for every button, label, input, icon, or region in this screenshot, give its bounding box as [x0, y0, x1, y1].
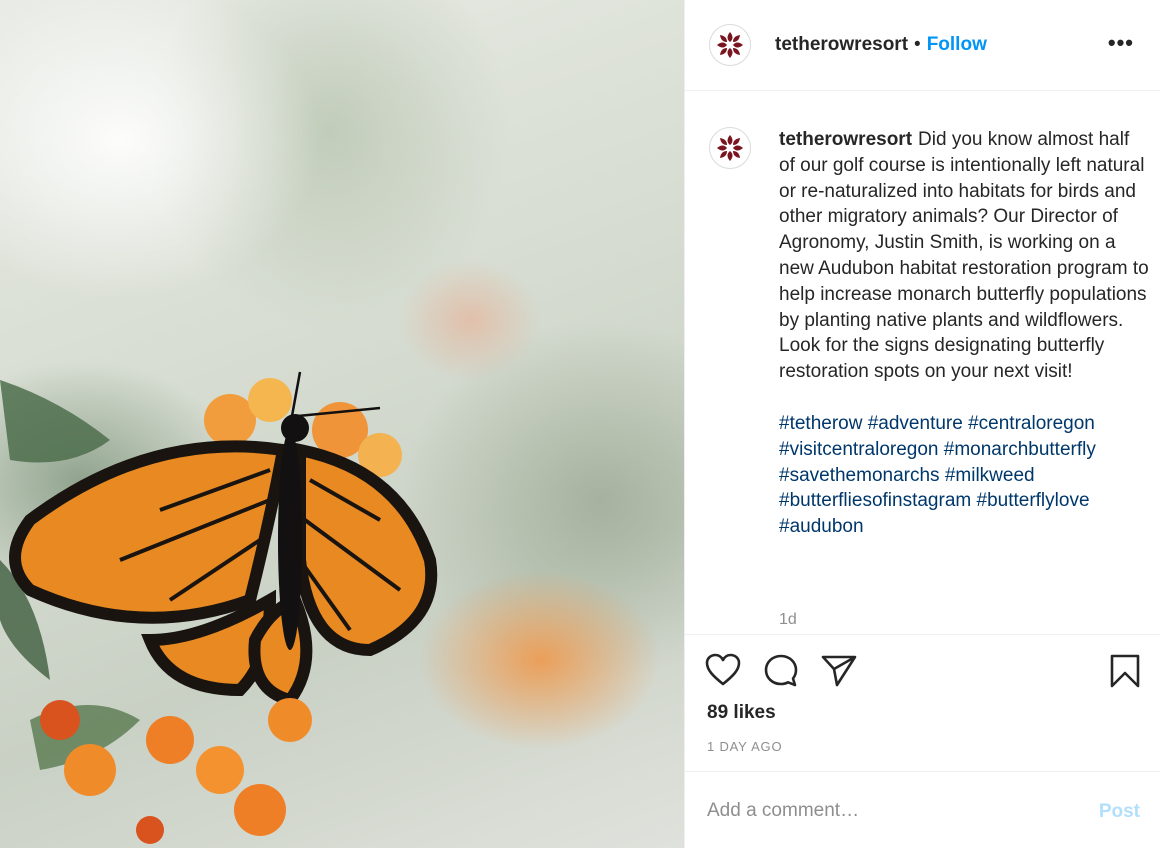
more-options-icon[interactable]: ••• [1108, 30, 1134, 56]
caption-username[interactable]: tetherowresort [779, 129, 912, 150]
avatar[interactable] [709, 24, 751, 66]
comment-icon[interactable] [763, 653, 799, 694]
hashtag-list: #tetherow #adventure #centraloregon #vis… [779, 411, 1149, 540]
heart-icon[interactable] [705, 653, 741, 692]
post-header: tetherowresort • Follow ••• [685, 0, 1160, 91]
hashtag-link[interactable]: #visitcentraloregon [779, 439, 938, 460]
like-count[interactable]: 89 likes [707, 702, 776, 724]
follow-button[interactable]: Follow [927, 34, 987, 56]
caption-text: tetherowresort Did you know almost half o… [779, 127, 1149, 540]
resort-logo-icon [717, 135, 743, 161]
caption-body: Did you know almost half of our golf cou… [779, 129, 1149, 383]
caption-area: tetherowresort Did you know almost half o… [685, 91, 1160, 634]
hashtag-link[interactable]: #monarchbutterfly [944, 439, 1096, 460]
butterfly-image [0, 371, 438, 844]
hashtag-link[interactable]: #butterfliesofinstagram [779, 490, 971, 511]
comment-input[interactable] [707, 797, 1067, 825]
comment-row: Post [685, 771, 1160, 848]
share-icon[interactable] [820, 653, 858, 692]
resort-logo-icon [717, 32, 743, 58]
hashtag-link[interactable]: #centraloregon [968, 413, 1095, 434]
hashtag-link[interactable]: #butterflylove [977, 490, 1090, 511]
post-photo [0, 0, 684, 848]
hashtag-link[interactable]: #audubon [779, 516, 864, 537]
caption-timestamp[interactable]: 1d [779, 611, 797, 629]
header-username[interactable]: tetherowresort [775, 34, 908, 56]
post-date[interactable]: 1 DAY AGO [707, 739, 782, 754]
post-comment-button[interactable]: Post [1099, 801, 1140, 823]
caption-avatar[interactable] [709, 127, 751, 169]
hashtag-link[interactable]: #tetherow [779, 413, 862, 434]
hashtag-link[interactable]: #milkweed [945, 465, 1035, 486]
hashtag-link[interactable]: #adventure [868, 413, 963, 434]
bookmark-icon[interactable] [1109, 653, 1141, 694]
action-bar: 89 likes 1 DAY AGO [685, 634, 1160, 772]
hashtag-link[interactable]: #savethemonarchs [779, 465, 940, 486]
separator-dot: • [914, 34, 921, 55]
